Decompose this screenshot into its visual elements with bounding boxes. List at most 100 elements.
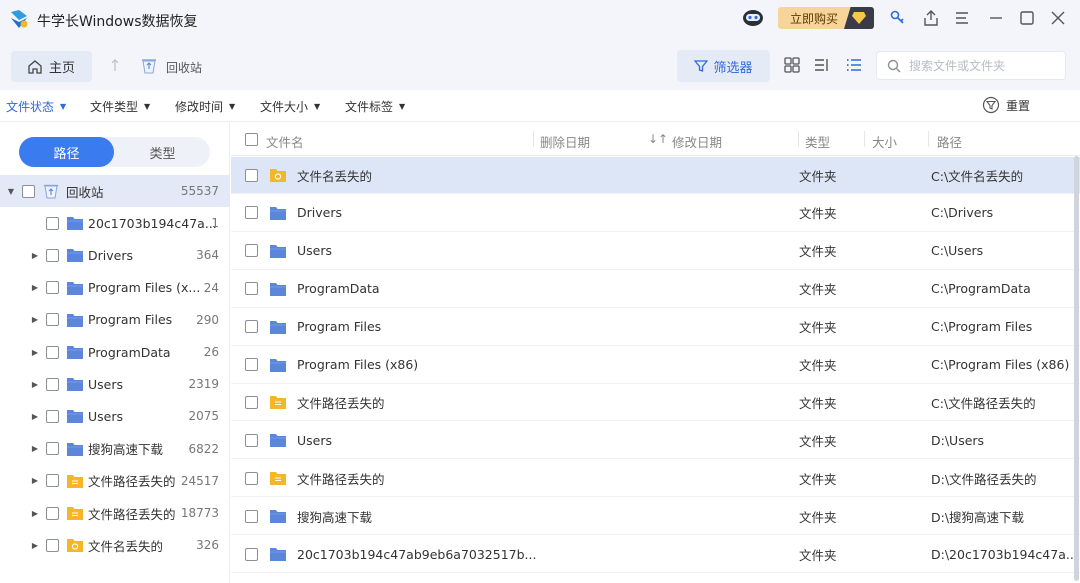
tree-item-checkbox[interactable] <box>22 184 35 198</box>
search-input[interactable] <box>909 58 1059 73</box>
column-deleted-date[interactable]: 删除日期 <box>540 132 590 151</box>
tree-item-checkbox[interactable] <box>46 216 59 230</box>
sidebar: 路径 类型 ▼ 回收站 55537 20c1703b194c47a... 1 ▶ Drive… <box>0 122 230 583</box>
filter-file-tag[interactable]: 文件标签 ▼ <box>345 98 405 115</box>
column-divider[interactable] <box>928 131 929 147</box>
caret-right-icon[interactable]: ▶ <box>30 348 40 357</box>
tree-item[interactable]: ▶ 文件路径丢失的 24517 <box>0 465 230 497</box>
tree-item-checkbox[interactable] <box>46 442 59 456</box>
tree-item-checkbox[interactable] <box>46 506 59 520</box>
row-checkbox[interactable] <box>245 433 258 447</box>
grid-view-icon[interactable] <box>783 56 801 74</box>
tree-item-checkbox[interactable] <box>46 313 59 327</box>
table-row[interactable]: 文件路径丢失的 文件夹 C:\文件路径丢失的 <box>231 384 1080 422</box>
column-modified-date[interactable]: 修改日期 <box>672 132 722 151</box>
row-checkbox[interactable] <box>245 244 258 258</box>
table-row[interactable]: ProgramData 文件夹 C:\ProgramData <box>231 271 1080 308</box>
tree-item[interactable]: ▶ Program Files (x... 24 <box>0 272 230 304</box>
table-row[interactable]: Program Files 文件夹 C:\Program Files <box>231 309 1080 346</box>
tree-item[interactable]: ▶ Program Files 290 <box>0 304 230 336</box>
robot-assistant-icon[interactable] <box>742 9 764 27</box>
column-divider[interactable] <box>798 131 799 147</box>
column-divider[interactable] <box>533 131 534 147</box>
reset-button[interactable]: 重置 <box>982 96 1030 114</box>
column-type[interactable]: 类型 <box>805 132 830 151</box>
sort-icon[interactable]: ↓↑ <box>648 132 668 146</box>
tree-item[interactable]: ▶ ProgramData 26 <box>0 336 230 368</box>
row-checkbox[interactable] <box>245 206 258 220</box>
filter-file-type[interactable]: 文件类型 ▼ <box>90 98 150 115</box>
detail-view-icon[interactable] <box>813 56 831 74</box>
table-row[interactable]: 搜狗高速下载 文件夹 D:\搜狗高速下载 <box>231 498 1080 536</box>
tree-item[interactable]: ▶ 文件名丢失的 326 <box>0 529 230 561</box>
home-button[interactable]: 主页 <box>11 51 92 82</box>
tree-item[interactable]: 20c1703b194c47a... 1 <box>0 207 230 239</box>
row-checkbox[interactable] <box>245 395 258 409</box>
caret-right-icon[interactable]: ▶ <box>30 476 40 485</box>
tree-item[interactable]: ▶ Drivers 364 <box>0 239 230 271</box>
column-path[interactable]: 路径 <box>937 132 962 151</box>
row-checkbox[interactable] <box>245 320 258 334</box>
list-view-icon[interactable] <box>845 56 863 74</box>
row-checkbox[interactable] <box>245 547 258 561</box>
filter-file-status[interactable]: 文件状态 ▼ <box>6 98 66 115</box>
caret-right-icon[interactable]: ▶ <box>30 380 40 389</box>
tree-item[interactable]: ▶ 文件路径丢失的 18773 <box>0 497 230 529</box>
caret-right-icon[interactable]: ▶ <box>30 251 40 260</box>
search-box[interactable] <box>876 51 1066 80</box>
caret-right-icon[interactable]: ▶ <box>30 412 40 421</box>
close-icon[interactable] <box>1048 8 1068 28</box>
share-icon[interactable] <box>921 8 941 28</box>
up-arrow-icon[interactable]: ↑ <box>106 56 124 75</box>
column-size[interactable]: 大小 <box>872 132 897 151</box>
tree-item-checkbox[interactable] <box>46 474 59 488</box>
caret-right-icon[interactable]: ▶ <box>30 509 40 518</box>
table-row[interactable]: Program Files (x86) 文件夹 C:\Program Files (… <box>231 347 1080 384</box>
lost-name-folder-icon <box>269 167 287 183</box>
filter-modified-time[interactable]: 修改时间 ▼ <box>175 98 235 115</box>
select-all-checkbox[interactable] <box>245 133 258 146</box>
tree-item-checkbox[interactable] <box>46 409 59 423</box>
key-icon[interactable] <box>888 8 908 28</box>
tree-item[interactable]: ▶ Users 2075 <box>0 400 230 432</box>
filter-button[interactable]: 筛选器 <box>677 50 770 82</box>
tree-root-recycle-bin[interactable]: ▼ 回收站 55537 <box>0 175 230 207</box>
minimize-icon[interactable] <box>986 8 1006 28</box>
tree-item-count: 1 <box>211 216 219 231</box>
caret-right-icon[interactable]: ▶ <box>30 283 40 292</box>
menu-icon[interactable] <box>952 8 972 28</box>
caret-right-icon[interactable]: ▶ <box>30 315 40 324</box>
caret-right-icon[interactable]: ▶ <box>30 541 40 550</box>
tree-item-checkbox[interactable] <box>46 538 59 552</box>
tree-item[interactable]: ▶ Users 2319 <box>0 368 230 400</box>
tree-item-checkbox[interactable] <box>46 345 59 359</box>
row-path: C:\文件路径丢失的 <box>931 395 1036 411</box>
tree-item-checkbox[interactable] <box>46 248 59 262</box>
table-row[interactable]: Users 文件夹 D:\Users <box>231 422 1080 460</box>
table-row[interactable]: Users 文件夹 C:\Users <box>231 233 1080 270</box>
column-divider[interactable] <box>864 131 865 147</box>
scrollbar[interactable] <box>1074 156 1079 581</box>
row-checkbox[interactable] <box>245 282 258 296</box>
table-row[interactable]: 20c1703b194c47ab9eb6a7032517b... 文件夹 D:\20… <box>231 536 1080 573</box>
table-row[interactable]: 文件路径丢失的 文件夹 D:\文件路径丢失的 <box>231 460 1080 498</box>
buy-now-button[interactable]: 立即购买 <box>778 7 874 29</box>
row-checkbox[interactable] <box>245 509 258 523</box>
tree-item-checkbox[interactable] <box>46 377 59 391</box>
table-row[interactable]: Drivers 文件夹 C:\Drivers <box>231 195 1080 232</box>
maximize-icon[interactable] <box>1017 8 1037 28</box>
tree-item[interactable]: ▶ 搜狗高速下载 6822 <box>0 433 230 465</box>
row-checkbox[interactable] <box>245 358 258 371</box>
table-row[interactable]: 文件名丢失的 文件夹 C:\文件名丢失的 <box>231 157 1080 194</box>
tree-item-checkbox[interactable] <box>46 281 59 295</box>
tab-type[interactable]: 类型 <box>115 137 210 167</box>
filter-file-size[interactable]: 文件大小 ▼ <box>260 98 320 115</box>
breadcrumb[interactable]: 回收站 <box>166 59 202 76</box>
tab-path[interactable]: 路径 <box>19 137 114 167</box>
column-name[interactable]: 文件名 <box>266 132 304 151</box>
filter-file-status-label: 文件状态 <box>6 100 55 114</box>
caret-down-icon[interactable]: ▼ <box>6 187 16 196</box>
row-checkbox[interactable] <box>245 168 258 182</box>
row-checkbox[interactable] <box>245 471 258 485</box>
caret-right-icon[interactable]: ▶ <box>30 444 40 453</box>
